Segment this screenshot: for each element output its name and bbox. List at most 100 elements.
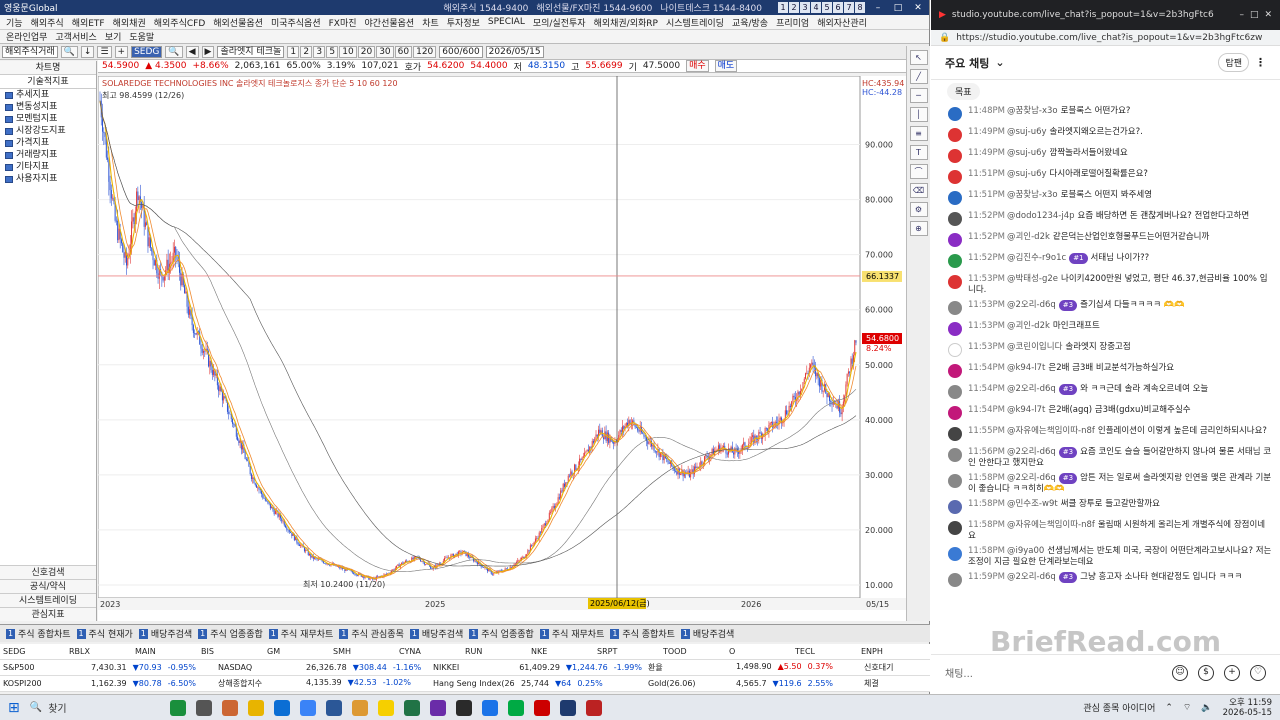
search-icon[interactable]: 🔍 [165,45,183,58]
screen-tab[interactable]: 1 주식 업종종합 [469,627,534,640]
period-button[interactable]: 1 [287,45,300,58]
chat-user[interactable]: @꿈찾남-x3o [1007,106,1058,116]
period-button[interactable]: 60 [394,45,413,58]
chat-message[interactable]: 11:51PM @suj-u6y 다시아래로떨어질확률은요? [931,167,1280,188]
indicator-folder[interactable]: 사용자지표 [0,173,96,185]
chart-svg[interactable]: 10.000 20.000 30.000 40.000 50.000 60.000 70.0… [97,75,906,621]
close-icon[interactable]: ✕ [1264,10,1272,20]
screen-tab[interactable]: 1 배당주검색 [680,627,734,640]
avatar[interactable] [948,149,962,163]
date-input[interactable]: 2026/05/15 [485,45,544,58]
chrome-icon[interactable] [299,699,316,716]
chat-user[interactable]: @꿈찾남-x3o [1007,190,1058,200]
screen-tab[interactable]: 1 주식 관심종목 [339,627,404,640]
ticker-index[interactable]: NASDAQ 26,326.78 ▼308.44 -1.16% [215,663,430,672]
ticker-index[interactable]: NIKKEI 61,409.29 ▼1,244.76 -1.99% [430,663,645,672]
screen-tab[interactable]: 1 주식 재무차트 [539,627,604,640]
ticker-symbol[interactable]: RUN [462,647,528,656]
file-explorer-icon[interactable] [247,699,264,716]
heroes-global-icon[interactable] [559,699,576,716]
chat-user[interactable]: @2오리-d6q [1007,473,1056,483]
period-button[interactable]: 20 [357,45,376,58]
chat-input[interactable]: 채팅... [945,665,1162,680]
edge-icon[interactable] [481,699,498,716]
maximize-icon[interactable]: □ [1250,10,1259,20]
chat-message[interactable]: 11:58PM @i9ya00 선생님께서는 반도체 미국, 국장이 어떤단계라고보… [931,544,1280,570]
screen-tab[interactable]: 1 주식 업종종합 [198,627,263,640]
menu-item[interactable]: 야간선물옵션 [365,16,415,29]
screen-tab-1[interactable]: 1 [778,2,788,13]
menu-item[interactable]: 투자정보 [447,16,480,29]
chevron-up-icon[interactable]: ⌃ [1165,703,1173,713]
avatar[interactable] [948,128,962,142]
pinned-goal[interactable]: 목표 [931,80,1280,102]
avatar[interactable] [948,343,962,357]
ticker-index[interactable]: 상해종합지수 4,135.39 ▼42.53 -1.02% [215,678,430,689]
screen-tab-7[interactable]: 7 [844,2,854,13]
tool-cursor-icon[interactable]: ↖ [909,50,928,65]
menu-item[interactable]: 프리미엄 [776,16,809,29]
ticker-symbol[interactable]: GM [264,647,330,656]
copilot-icon[interactable] [221,699,238,716]
chat-message[interactable]: 11:54PM @k94-l7t 은2배 금3배 비교분석가능하실가요 [931,361,1280,382]
bar-count[interactable]: 600/600 [439,45,483,58]
avatar[interactable] [948,191,962,205]
ticker-index[interactable]: Hang Seng Index(26.05) 25,744 ▼64 0.25% [430,679,645,688]
menu-item[interactable]: 시스템트레이딩 [666,16,724,29]
menu-item[interactable]: SPECIAL [488,17,525,27]
indicator-bottom-button[interactable]: 신호검색 [0,565,96,579]
chat-user[interactable]: @k94-l7t [1007,405,1045,415]
recorder-icon[interactable] [533,699,550,716]
ticker-side-label[interactable]: 신호대기 [864,662,893,673]
market-select[interactable]: 해외주식거래 [2,45,58,58]
chat-user[interactable]: @괴인-d2k [1007,232,1050,242]
chat-message[interactable]: 11:53PM @코린이입니다 솔라엣지 장중고점 [931,340,1280,361]
screen-tab[interactable]: 1 주식 종합차트 [610,627,675,640]
ticker-symbol[interactable]: SEDG [0,647,66,656]
avatar[interactable] [948,573,962,587]
windows-start-icon[interactable]: ⊞ [8,700,20,716]
ticker-symbol[interactable]: SRPT [594,647,660,656]
chat-user[interactable]: @2오리-d6q [1007,384,1056,394]
menu-item[interactable]: 미국주식옵션 [271,16,321,29]
chat-user[interactable]: @자유에는책임이따-n8f [1007,520,1095,530]
screen-tab[interactable]: 1 배당주검색 [409,627,463,640]
chat-message[interactable]: 11:53PM @2오리-d6q #3 즐기십셔 다들ㅋㅋㅋㅋ 🫶🫶 [931,298,1280,319]
tool-trendline-icon[interactable]: ╱ [909,69,928,84]
sort-icon[interactable]: ↓ [80,45,95,58]
screen-tab-5[interactable]: 5 [822,2,832,13]
avatar[interactable] [948,500,962,514]
chat-message[interactable]: 11:53PM @박태성-g2e 나이키4200만원 넣었고, 평단 46.37,현… [931,272,1280,298]
menu-item[interactable]: 도움말 [129,30,154,43]
avatar[interactable] [948,301,962,315]
avatar[interactable] [948,385,962,399]
screen-tab[interactable]: 1 주식 재무차트 [268,627,333,640]
outlook-icon[interactable] [325,699,342,716]
menu-item[interactable]: 해외선물옵션 [213,16,263,29]
address-bar[interactable]: 🔒 https://studio.youtube.com/live_chat?i… [931,30,1280,46]
add-icon[interactable]: + [1224,664,1240,681]
close-icon[interactable]: ✕ [911,3,925,13]
screen-tab[interactable]: 1 주식 현재가 [76,627,133,640]
chat-message[interactable]: 11:52PM @괴인-d2k 같은덕는산업인호형물푸드는어떤거같습니까 [931,230,1280,251]
avatar[interactable] [948,547,962,561]
minimize-icon[interactable]: – [1239,10,1244,20]
chat-message[interactable]: 11:52PM @김진수-r9o1c #1 서태님 나이가?? [931,251,1280,272]
menu-item[interactable]: 해외자산관리 [817,16,867,29]
period-button[interactable]: 5 [326,45,339,58]
menu-item[interactable]: 모의/실전투자 [533,16,586,29]
sell-button[interactable]: 매도 [714,60,738,72]
symbol-code-input[interactable]: SEDG [131,45,163,58]
avatar[interactable] [948,521,962,535]
stock-app-icon[interactable] [507,699,524,716]
menu-item[interactable]: 해외주식 [31,16,64,29]
search-icon[interactable]: 🔍 [60,45,78,58]
avatar[interactable] [948,322,962,336]
chat-message[interactable]: 11:51PM @꿈찾남-x3o 로블록스 어떤지 봐주세영 [931,188,1280,209]
screen-tab[interactable]: 1 배당주검색 [138,627,192,640]
menu-item[interactable]: 해외주식CFD [154,16,206,29]
menu-item[interactable]: 고객서비스 [55,30,96,43]
next-icon[interactable]: ▶ [201,45,215,58]
indicator-folder[interactable]: 거래량지표 [0,149,96,161]
window-icon[interactable]: ☰ [97,45,112,58]
